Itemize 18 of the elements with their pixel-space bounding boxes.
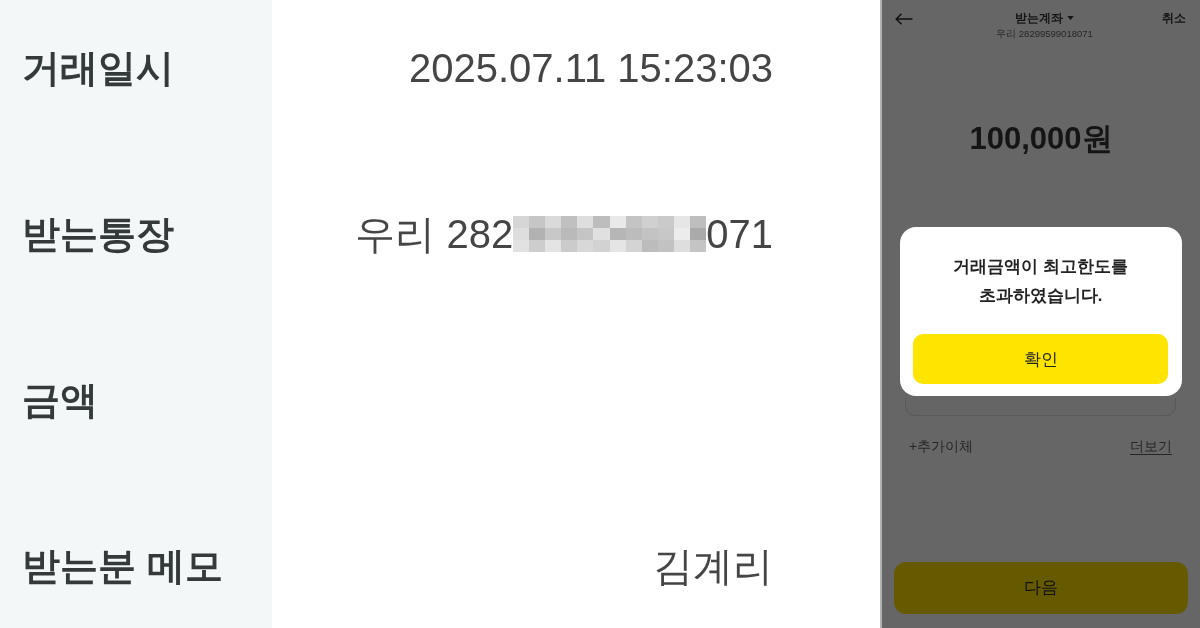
back-arrow-icon[interactable] <box>895 13 913 25</box>
field-label: 거래일시 <box>22 46 174 90</box>
field-label: 받는통장 <box>22 212 174 256</box>
caret-down-icon <box>1067 16 1074 20</box>
field-label: 받는분 메모 <box>22 544 223 588</box>
field-value: 2025.07.11 15:23:03 <box>408 46 773 90</box>
confirm-button[interactable]: 확인 <box>913 334 1168 384</box>
transfer-amount: 100,000원 <box>969 121 1113 157</box>
field-value: 김계리 <box>653 544 773 588</box>
account-dropdown[interactable]: 받는계좌 <box>1015 10 1074 26</box>
cancel-button[interactable]: 취소 <box>1162 10 1186 26</box>
account-number-start: 우리 282 <box>355 212 514 256</box>
dialog-message: 거래금액이 최고한도를 초과하였습니다. <box>952 256 1129 306</box>
add-transfer-link[interactable]: +추가이체 <box>909 436 974 456</box>
account-number-end: 071 <box>706 212 773 256</box>
more-link[interactable]: 더보기 <box>1130 436 1172 456</box>
next-button[interactable]: 다음 <box>894 562 1188 614</box>
field-label: 금액 <box>22 378 98 422</box>
